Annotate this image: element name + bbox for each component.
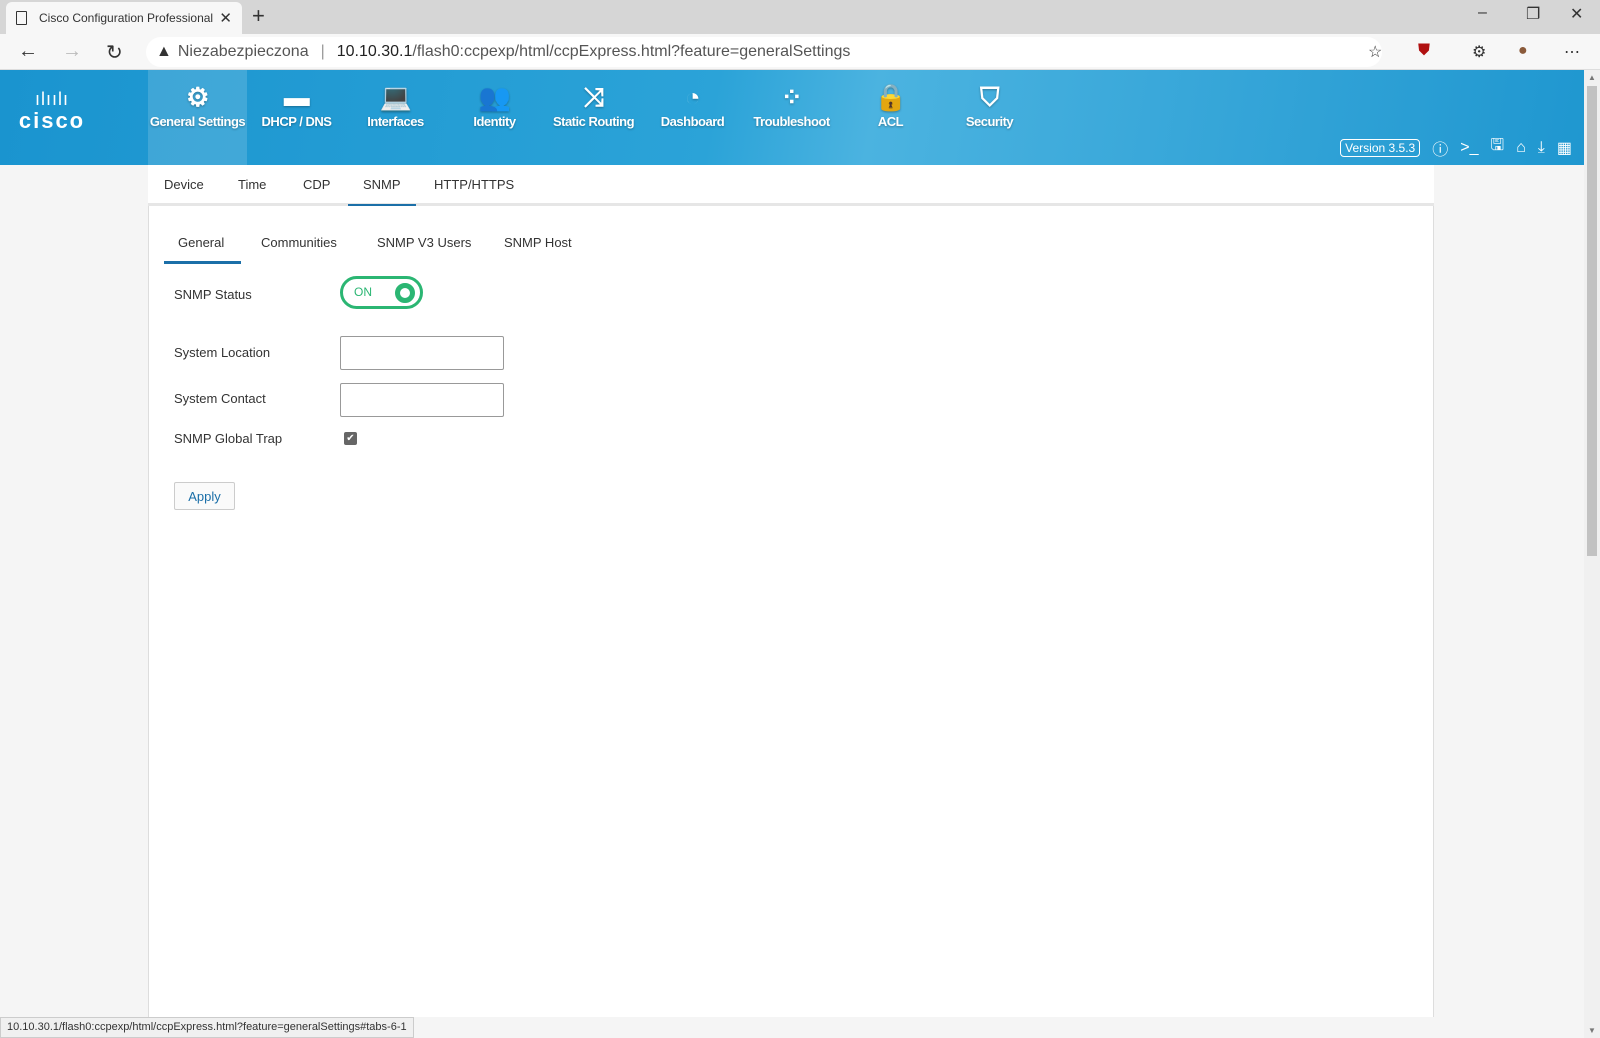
spinner-icon: ⁘ (780, 82, 803, 112)
logo-bars-icon: ılıılı (34, 89, 69, 109)
nav-label: Troubleshoot (753, 114, 830, 129)
logo-text: cisco (18, 108, 86, 133)
toggle-state: ON (354, 285, 372, 299)
left-gutter (0, 165, 148, 1017)
browser-tab-strip: Cisco Configuration Professional ✕ + – ❐… (0, 0, 1600, 34)
tab-communities[interactable]: Communities (261, 235, 337, 250)
snmp-global-trap-checkbox[interactable]: ✔ (344, 432, 357, 445)
forward-icon[interactable]: → (62, 40, 82, 63)
settings-tabs: Device Time CDP SNMP HTTP/HTTPS (148, 165, 1434, 208)
tab-title: Cisco Configuration Professional (39, 11, 214, 25)
gauge-icon: ◔ (684, 82, 701, 112)
tab-cdp[interactable]: CDP (303, 177, 330, 192)
header-tools: Version 3.5.3 ⓘ >_ 🖫 ⌂ ⤓ ▦ (1340, 134, 1572, 161)
nav-troubleshoot[interactable]: ⁘ Troubleshoot (742, 70, 841, 165)
users-icon: 👥 (478, 82, 511, 112)
more-icon[interactable]: ⋯ (1564, 42, 1580, 62)
address-bar: ← → ↻ ▲ Niezabezpieczona | 10.10.30.1 /f… (0, 34, 1600, 70)
nav-static-routing[interactable]: ⤨ Static Routing (544, 70, 643, 165)
tab-snmp-host[interactable]: SNMP Host (504, 235, 572, 250)
shuffle-icon: ⤨ (583, 82, 604, 112)
system-location-label: System Location (174, 345, 271, 360)
terminal-icon[interactable]: >_ (1460, 139, 1478, 157)
laptop-icon: 💻 (379, 82, 412, 112)
scroll-up-icon[interactable]: ▲ (1588, 73, 1596, 82)
version-badge: Version 3.5.3 (1340, 138, 1421, 157)
cisco-logo[interactable]: ılıılı cisco (12, 90, 92, 134)
nav-label: DHCP / DNS (261, 114, 332, 129)
shield-icon: ⛉ (979, 82, 1000, 112)
apps-grid-icon[interactable]: ▦ (1557, 138, 1572, 158)
nav-label: Identity (473, 114, 516, 129)
nav-label: ACL (877, 114, 904, 129)
tab-snmp-v3-users[interactable]: SNMP V3 Users (377, 235, 471, 250)
snmp-panel: General Communities SNMP V3 Users SNMP H… (148, 206, 1434, 1017)
close-tab-icon[interactable]: ✕ (219, 9, 232, 27)
app-header: ılıılı cisco ⚙ General Settings ▬ DHCP / D… (0, 70, 1584, 165)
nav-dashboard[interactable]: ◔ Dashboard (643, 70, 742, 165)
lock-icon: 🔒 (874, 82, 907, 112)
system-contact-input[interactable] (340, 383, 504, 417)
nav-general-settings[interactable]: ⚙ General Settings (148, 70, 247, 165)
scroll-down-icon[interactable]: ▼ (1588, 1026, 1596, 1035)
separator: | (320, 43, 325, 60)
browser-tab[interactable]: Cisco Configuration Professional ✕ (6, 2, 242, 34)
system-contact-label: System Contact (174, 391, 266, 406)
system-location-input[interactable] (340, 336, 504, 370)
reload-icon[interactable]: ↻ (106, 40, 123, 65)
download-icon[interactable]: ⤓ (1538, 139, 1545, 157)
nav-interfaces[interactable]: 💻 Interfaces (346, 70, 445, 165)
minimize-button[interactable]: – (1478, 4, 1487, 22)
nav-label: Dashboard (660, 114, 725, 129)
apply-button[interactable]: Apply (174, 482, 235, 510)
new-tab-button[interactable]: + (252, 3, 265, 29)
nav-label: General Settings (149, 114, 246, 129)
home-icon[interactable]: ⌂ (1516, 139, 1526, 157)
nav-acl[interactable]: 🔒 ACL (841, 70, 940, 165)
nav-label: Static Routing (552, 114, 635, 129)
scrollbar-thumb[interactable] (1587, 86, 1597, 556)
url-input[interactable]: ▲ Niezabezpieczona | 10.10.30.1 /flash0:… (146, 37, 1382, 67)
nav-security[interactable]: ⛉ Security (940, 70, 1039, 165)
url-host: 10.10.30.1 (336, 43, 413, 60)
tab-general[interactable]: General (178, 235, 224, 250)
page-scrollbar[interactable]: ▲ ▼ (1584, 70, 1600, 1038)
info-icon[interactable]: ⓘ (1432, 136, 1448, 160)
snmp-global-trap-label: SNMP Global Trap (174, 431, 283, 446)
toggle-knob (395, 283, 415, 303)
url-path: /flash0:ccpexp/html/ccpExpress.html?feat… (412, 43, 851, 60)
nav-identity[interactable]: 👥 Identity (445, 70, 544, 165)
snmp-status-label: SNMP Status (174, 287, 252, 302)
status-bar-url: 10.10.30.1/flash0:ccpexp/html/ccpExpress… (0, 1017, 414, 1038)
ublock-icon[interactable]: ⛊ (1418, 42, 1430, 60)
extension-icon[interactable]: ⚙ (1472, 42, 1486, 62)
tab-device[interactable]: Device (164, 177, 204, 192)
favorite-icon[interactable]: ☆ (1368, 42, 1382, 62)
nav-label: Interfaces (367, 114, 424, 129)
nav-label: Security (965, 114, 1014, 129)
close-window-button[interactable]: ✕ (1570, 4, 1583, 24)
avatar[interactable]: ● (1518, 42, 1528, 60)
back-icon[interactable]: ← (18, 40, 38, 63)
tab-http-https[interactable]: HTTP/HTTPS (434, 177, 514, 192)
warning-icon: ▲ (156, 43, 172, 60)
tab-time[interactable]: Time (238, 177, 266, 192)
gear-icon: ⚙ (186, 82, 209, 112)
active-tab-indicator (164, 261, 241, 264)
tab-snmp[interactable]: SNMP (348, 177, 415, 208)
folder-icon: ▬ (283, 82, 310, 112)
page-icon (16, 11, 27, 25)
nav-dhcp-dns[interactable]: ▬ DHCP / DNS (247, 70, 346, 165)
security-label: Niezabezpieczona (177, 43, 309, 60)
restore-button[interactable]: ❐ (1526, 4, 1540, 24)
snmp-status-toggle[interactable]: ON (340, 276, 423, 309)
save-icon[interactable]: 🖫 (1490, 134, 1504, 161)
